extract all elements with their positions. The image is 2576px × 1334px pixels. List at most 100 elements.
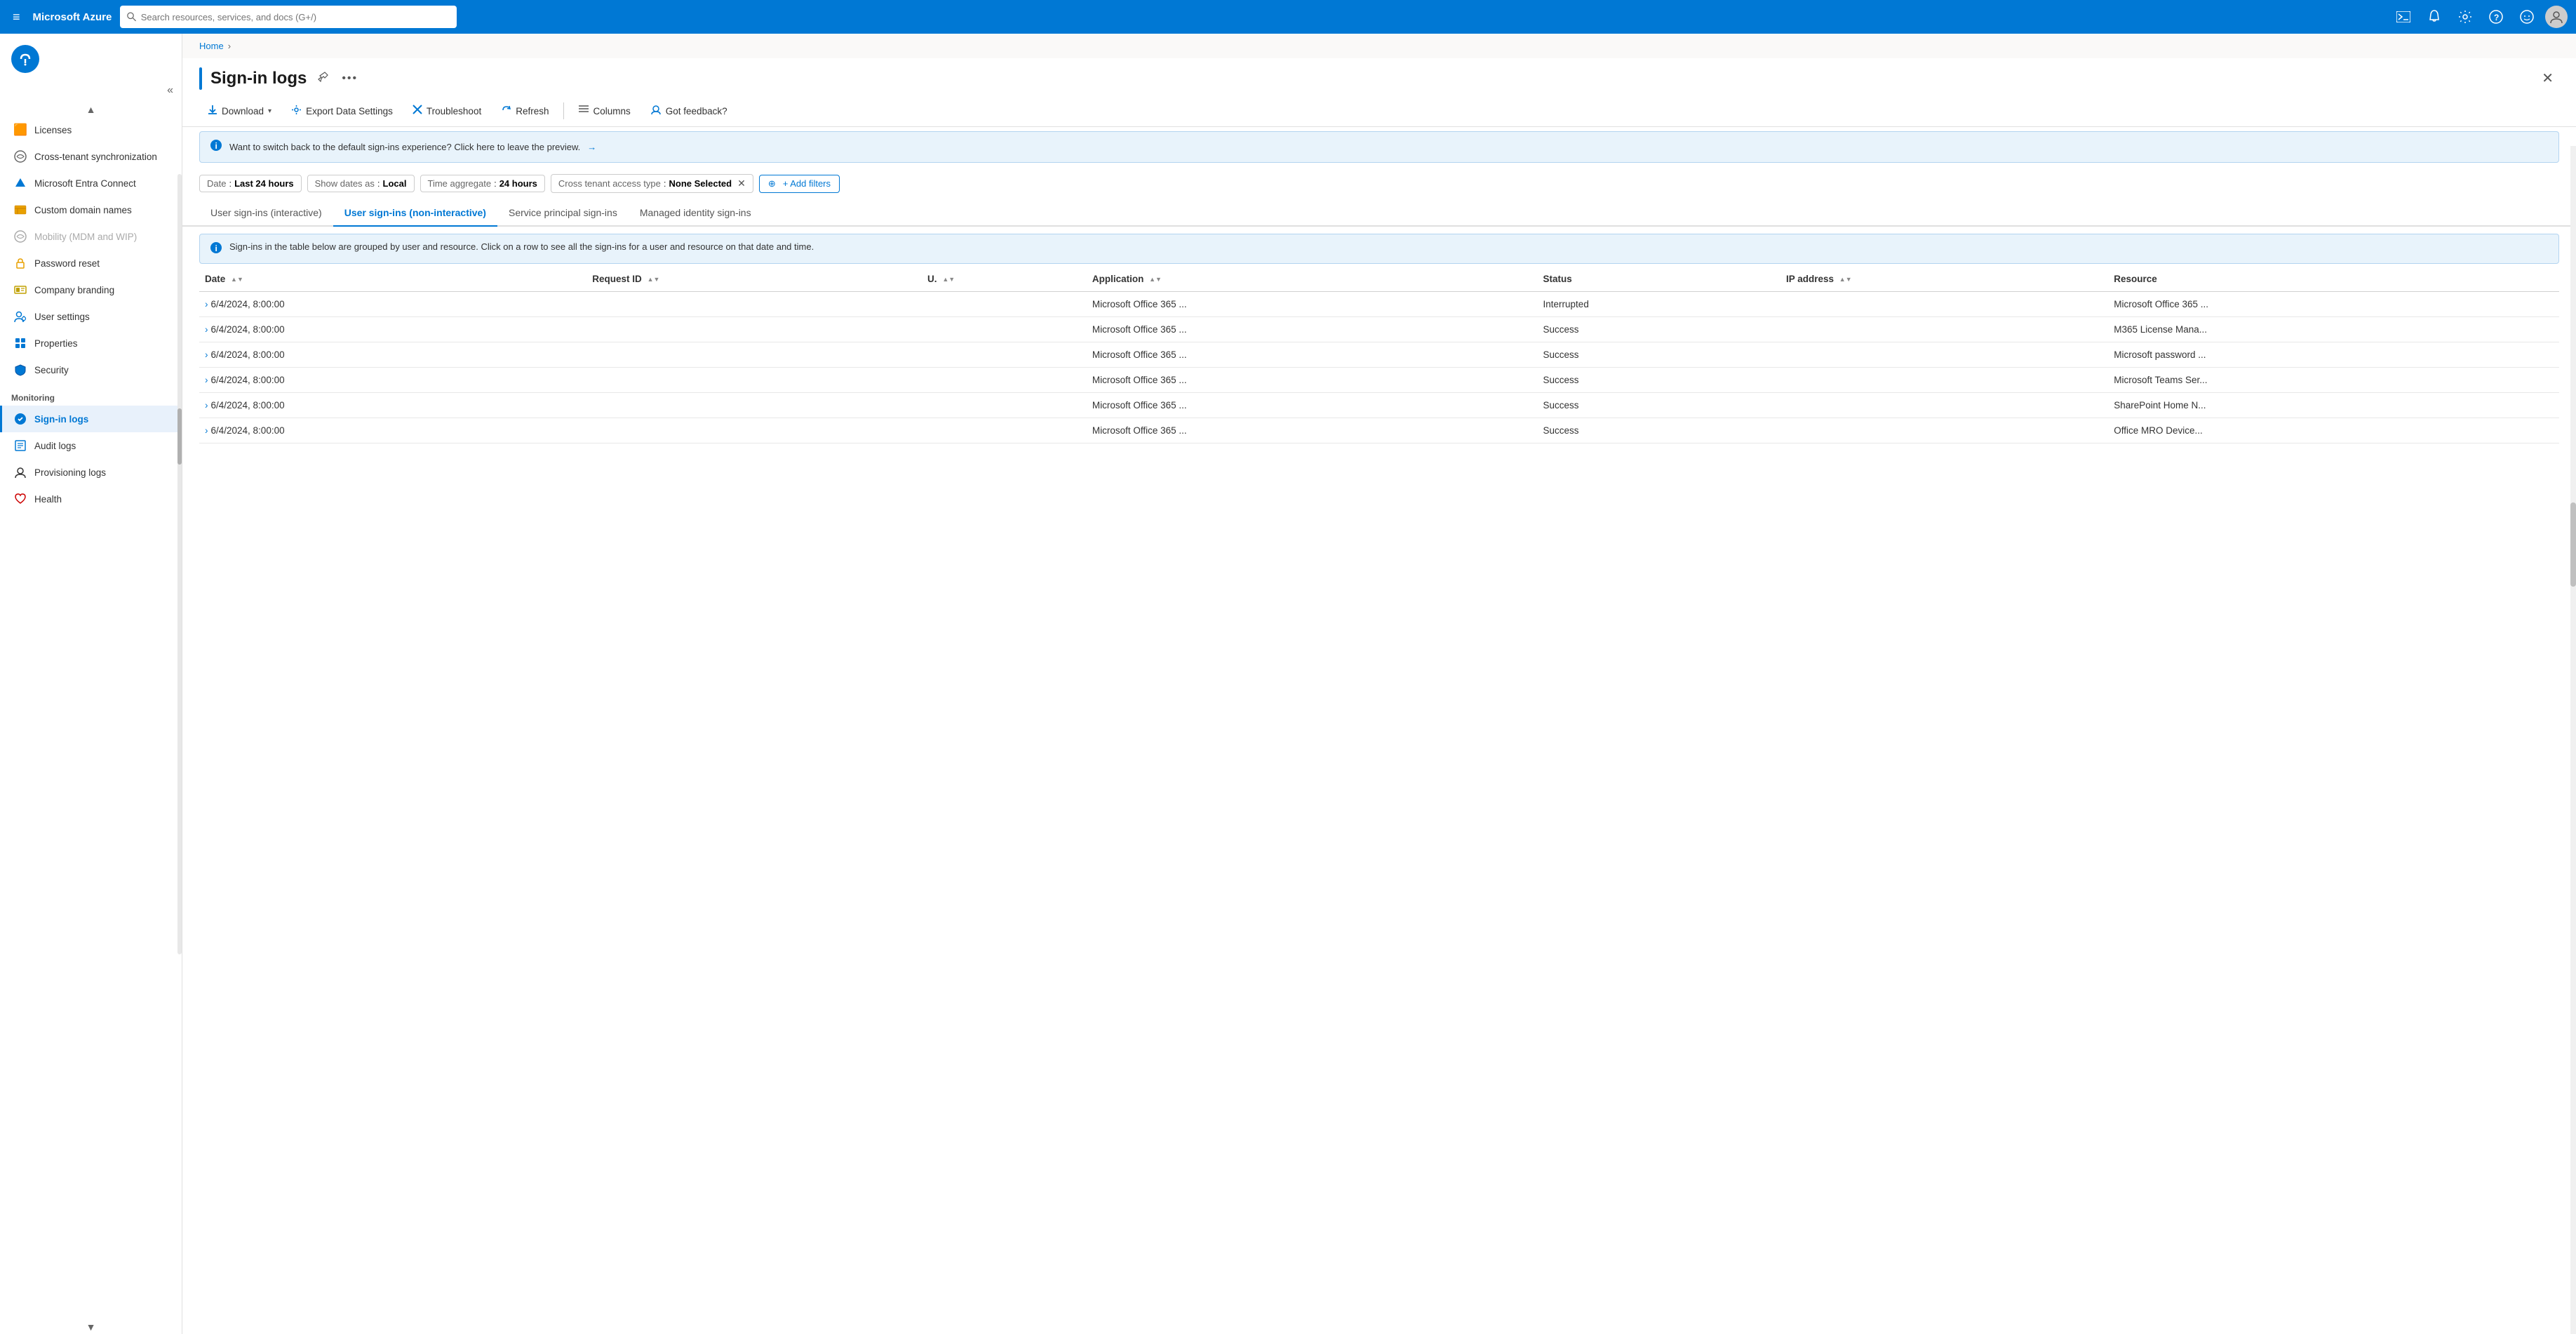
date-filter-chip[interactable]: Date : Last 24 hours (199, 175, 302, 192)
provisioning-logs-icon (13, 465, 27, 479)
cell-status: Success (1538, 368, 1780, 393)
sidebar-collapse-button[interactable]: « (164, 81, 176, 100)
add-filter-button[interactable]: ⊕ + Add filters (759, 175, 840, 193)
cloud-shell-icon[interactable] (2391, 4, 2416, 29)
user-avatar[interactable] (2545, 6, 2568, 28)
columns-icon (578, 105, 589, 117)
export-settings-icon (291, 105, 302, 118)
mobility-icon (13, 229, 27, 244)
row-expand-icon[interactable]: › (205, 324, 208, 335)
tab-service-principal[interactable]: Service principal sign-ins (497, 200, 629, 227)
table-info-icon: i (210, 241, 222, 256)
refresh-button[interactable]: Refresh (492, 100, 557, 122)
table-row[interactable]: ›6/4/2024, 8:00:00 Microsoft Office 365 … (199, 368, 2559, 393)
hamburger-menu-icon[interactable]: ≡ (8, 6, 25, 29)
row-expand-icon[interactable]: › (205, 425, 208, 436)
notifications-icon[interactable] (2422, 4, 2447, 29)
search-icon (127, 12, 136, 22)
download-button[interactable]: Download ▾ (199, 100, 280, 121)
user-settings-icon (13, 309, 27, 324)
col-header-application[interactable]: Application ▲▼ (1087, 267, 1538, 292)
help-icon[interactable]: ? (2483, 4, 2509, 29)
col-header-ip-address[interactable]: IP address ▲▼ (1780, 267, 2108, 292)
sidebar-scroll-down-button[interactable]: ▼ (86, 1321, 96, 1333)
company-branding-icon (13, 283, 27, 297)
sidebar-scroll-up-button[interactable]: ▲ (86, 104, 96, 115)
main-scrollbar (2570, 146, 2576, 1334)
table-row[interactable]: ›6/4/2024, 8:00:00 Microsoft Office 365 … (199, 342, 2559, 368)
cell-resource: Microsoft password ... (2108, 342, 2559, 368)
svg-text:i: i (215, 141, 217, 151)
sidebar-item-properties[interactable]: Properties (0, 330, 182, 356)
sidebar-item-custom-domain[interactable]: Custom domain names (0, 196, 182, 223)
sidebar-item-company-branding[interactable]: Company branding (0, 276, 182, 303)
security-icon (13, 363, 27, 377)
sidebar-item-provisioning-logs[interactable]: Provisioning logs (0, 459, 182, 486)
sidebar-item-password-reset[interactable]: Password reset (0, 250, 182, 276)
feedback-button[interactable]: Got feedback? (642, 100, 736, 122)
col-header-user[interactable]: U. ▲▼ (922, 267, 1087, 292)
svg-text:i: i (215, 244, 217, 253)
sidebar-item-audit-logs[interactable]: Audit logs (0, 432, 182, 459)
sidebar-item-security[interactable]: Security (0, 356, 182, 383)
sidebar-item-entra-connect[interactable]: Microsoft Entra Connect (0, 170, 182, 196)
sidebar-item-cross-tenant[interactable]: Cross-tenant synchronization (0, 143, 182, 170)
application-sort-icon: ▲▼ (1149, 276, 1162, 283)
cell-resource: SharePoint Home N... (2108, 393, 2559, 418)
date-filter-value: Last 24 hours (234, 178, 294, 189)
cell-request-id (586, 342, 922, 368)
cell-ip-address (1780, 393, 2108, 418)
cell-resource: M365 License Mana... (2108, 317, 2559, 342)
search-bar[interactable] (120, 6, 457, 28)
search-input[interactable] (141, 12, 450, 22)
row-expand-icon[interactable]: › (205, 349, 208, 360)
settings-icon[interactable] (2453, 4, 2478, 29)
table-row[interactable]: ›6/4/2024, 8:00:00 Microsoft Office 365 … (199, 418, 2559, 443)
cell-status: Success (1538, 418, 1780, 443)
cell-resource: Microsoft Teams Ser... (2108, 368, 2559, 393)
cell-ip-address (1780, 418, 2108, 443)
more-options-icon[interactable]: ••• (339, 69, 361, 88)
row-expand-icon[interactable]: › (205, 375, 208, 385)
row-expand-icon[interactable]: › (205, 400, 208, 411)
cell-request-id (586, 418, 922, 443)
table-row[interactable]: ›6/4/2024, 8:00:00 Microsoft Office 365 … (199, 393, 2559, 418)
audit-logs-icon (13, 439, 27, 453)
page-header: Sign-in logs ••• ✕ (182, 58, 2576, 95)
close-button[interactable]: ✕ (2536, 67, 2559, 90)
tab-interactive[interactable]: User sign-ins (interactive) (199, 200, 333, 227)
sidebar-item-mobility[interactable]: Mobility (MDM and WIP) (0, 223, 182, 250)
main-scrollbar-thumb (2570, 502, 2576, 587)
table-row[interactable]: ›6/4/2024, 8:00:00 Microsoft Office 365 … (199, 317, 2559, 342)
sidebar-item-user-settings[interactable]: User settings (0, 303, 182, 330)
sidebar: « ▲ 🟧 Licenses Cross-tenant synchronizat… (0, 34, 182, 1334)
sidebar-item-licenses[interactable]: 🟧 Licenses (0, 116, 182, 143)
table-row[interactable]: ›6/4/2024, 8:00:00 Microsoft Office 365 … (199, 292, 2559, 317)
sidebar-item-sign-in-logs[interactable]: Sign-in logs (0, 406, 182, 432)
cell-application: Microsoft Office 365 ... (1087, 368, 1538, 393)
cell-date: ›6/4/2024, 8:00:00 (199, 393, 586, 418)
tab-managed-identity[interactable]: Managed identity sign-ins (629, 200, 763, 227)
row-expand-icon[interactable]: › (205, 299, 208, 309)
show-dates-filter-chip[interactable]: Show dates as : Local (307, 175, 415, 192)
preview-banner-link[interactable]: → (587, 142, 596, 152)
feedback-icon[interactable] (2514, 4, 2540, 29)
export-settings-button[interactable]: Export Data Settings (283, 100, 401, 122)
col-header-request-id[interactable]: Request ID ▲▼ (586, 267, 922, 292)
sidebar-item-health[interactable]: Health (0, 486, 182, 512)
breadcrumb-home-link[interactable]: Home (199, 41, 224, 51)
columns-button[interactable]: Columns (570, 100, 639, 121)
monitoring-section-label: Monitoring (0, 383, 182, 406)
cell-user (922, 292, 1087, 317)
col-header-status: Status (1538, 267, 1780, 292)
toolbar: Download ▾ Export Data Settings Troubles… (182, 95, 2576, 127)
time-aggregate-filter-chip[interactable]: Time aggregate : 24 hours (420, 175, 545, 192)
date-sort-icon: ▲▼ (231, 276, 243, 283)
col-header-date[interactable]: Date ▲▼ (199, 267, 586, 292)
troubleshoot-button[interactable]: Troubleshoot (404, 100, 490, 121)
table-info-text: Sign-ins in the table below are grouped … (229, 241, 814, 252)
cross-tenant-filter-chip[interactable]: Cross tenant access type : None Selected… (551, 174, 753, 193)
pin-icon[interactable] (315, 68, 332, 88)
tab-non-interactive[interactable]: User sign-ins (non-interactive) (333, 200, 497, 227)
cross-tenant-filter-close-icon[interactable]: ✕ (737, 178, 746, 189)
